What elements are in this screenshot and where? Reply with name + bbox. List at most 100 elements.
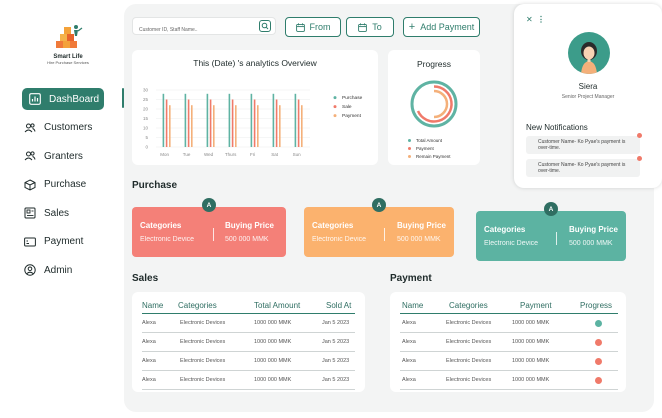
- analytics-bar-chart: 0 5 10 15 20 25 30 Mon Tue Wed Thurs Fri Sat Sun Purch…: [143, 88, 363, 158]
- column-header: Total Amount: [254, 301, 301, 310]
- cell-category: Electronic Devices: [180, 358, 226, 364]
- cell-date: Jan 5 2023: [322, 358, 350, 364]
- sidebar-item-label: DashBoard: [49, 93, 100, 105]
- x-tick-label: Sun: [293, 152, 302, 157]
- sidebar-item-dashboard[interactable]: DashBoard: [22, 88, 104, 110]
- bar-purchase: [272, 93, 275, 147]
- user-role: Senior Project Manager: [561, 94, 615, 100]
- bar-purchase: [250, 93, 253, 147]
- analytics-card: This (Date) 's analytics Overview 0 5 10 15…: [132, 50, 378, 165]
- purchase-section-title: Purchase: [132, 180, 178, 191]
- payment-table: Name Categories Payment Progress Alexa E…: [390, 292, 626, 392]
- bar-payment: [213, 105, 215, 147]
- x-tick-label: Fri: [250, 152, 255, 157]
- progress-status-dot: [595, 320, 602, 327]
- notifications-title: New Notifications: [526, 123, 588, 132]
- y-tick-label: 5: [145, 135, 148, 140]
- sidebar-item-customers[interactable]: Customers: [22, 117, 112, 139]
- sidebar-item-label: Granters: [44, 150, 83, 162]
- brand-logo[interactable]: Smart Life Hire Purchase Services: [40, 24, 96, 65]
- bar-sale: [187, 99, 190, 147]
- calendar-icon: [295, 22, 305, 32]
- table-row[interactable]: Alexa Electronic Devices 1000 000 MMK: [400, 333, 618, 352]
- progress-card: Progress Total Amount Payment Remain Pay…: [388, 50, 480, 165]
- notification-item[interactable]: Customer Name- Ko Pyae's payment is over…: [526, 156, 642, 177]
- cell-name: Alexa: [402, 377, 416, 383]
- column-header: Categories: [178, 301, 217, 310]
- price-label: Buying Price: [569, 225, 618, 234]
- add-payment-label: Add Payment: [420, 22, 475, 32]
- column-header: Name: [402, 301, 424, 310]
- cell-name: Alexa: [402, 320, 416, 326]
- calendar-icon: [358, 22, 368, 32]
- table-row[interactable]: Alexa Electronic Devices 1000 000 MMK Ja…: [142, 371, 355, 390]
- from-date-button[interactable]: From: [285, 17, 341, 37]
- category-value: Electronic Device: [140, 236, 195, 243]
- sidebar-item-payment[interactable]: Payment: [22, 231, 112, 253]
- y-tick-label: 15: [143, 116, 149, 121]
- avatar[interactable]: [568, 32, 610, 74]
- purchase-card[interactable]: A Categories Electronic Device Buying Pr…: [304, 198, 454, 257]
- table-row[interactable]: Alexa Electronic Devices 1000 000 MMK Ja…: [142, 314, 355, 333]
- y-tick-label: 10: [143, 126, 149, 131]
- add-payment-button[interactable]: + Add Payment: [403, 17, 480, 37]
- sales-section-title: Sales: [132, 273, 159, 284]
- cell-name: Alexa: [142, 358, 156, 364]
- bar-purchase: [184, 93, 187, 147]
- price-value: 500 000 MMK: [569, 240, 613, 247]
- legend-dot: [333, 96, 337, 100]
- sidebar-item-purchase[interactable]: Purchase: [22, 174, 112, 196]
- sidebar-item-label: Purchase: [44, 179, 87, 190]
- more-options-icon[interactable]: ⋮: [537, 15, 545, 24]
- to-date-button[interactable]: To: [346, 17, 394, 37]
- progress-status-dot: [595, 339, 602, 346]
- table-row[interactable]: Alexa Electronic Devices 1000 000 MMK: [400, 371, 618, 390]
- y-tick-label: 20: [143, 107, 149, 112]
- bar-purchase: [228, 93, 231, 147]
- logo-icon: [50, 24, 86, 52]
- legend-item: Total Amount: [408, 136, 451, 144]
- table-row[interactable]: Alexa Electronic Devices 1000 000 MMK Ja…: [142, 352, 355, 371]
- sidebar-item-admin[interactable]: Admin: [22, 259, 112, 281]
- x-tick-label: Thurs: [225, 152, 237, 157]
- purchase-card[interactable]: A Categories Electronic Device Buying Pr…: [476, 202, 626, 261]
- cell-category: Electronic Devices: [446, 339, 492, 345]
- card-divider: [384, 228, 385, 241]
- legend-dot: [333, 114, 337, 118]
- sidebar-nav: DashBoard Customers Granters Purchase Sa…: [22, 88, 112, 288]
- price-label: Buying Price: [225, 221, 274, 230]
- cell-date: Jan 5 2023: [322, 320, 350, 326]
- users-icon: [24, 122, 36, 132]
- purchase-card[interactable]: A Categories Electronic Device Buying Pr…: [132, 198, 286, 257]
- close-icon[interactable]: ✕: [526, 15, 533, 24]
- card-divider: [213, 228, 214, 241]
- search-input[interactable]: [133, 22, 253, 38]
- search-box: [132, 17, 276, 38]
- cell-name: Alexa: [402, 358, 416, 364]
- bar-sale: [297, 99, 300, 147]
- unread-dot: [637, 156, 642, 161]
- table-row[interactable]: Alexa Electronic Devices 1000 000 MMK Ja…: [142, 333, 355, 352]
- column-header: Name: [142, 301, 164, 310]
- cell-payment: 1000 000 MMK: [512, 358, 550, 364]
- bar-chart-icon: [29, 93, 41, 105]
- from-label: From: [309, 22, 331, 32]
- table-row[interactable]: Alexa Electronic Devices 1000 000 MMK: [400, 314, 618, 333]
- bar-purchase: [162, 93, 165, 147]
- cell-category: Electronic Devices: [446, 320, 492, 326]
- notification-text: Customer Name- Ko Pyae's payment is over…: [538, 162, 626, 174]
- table-row[interactable]: Alexa Electronic Devices 1000 000 MMK: [400, 352, 618, 371]
- column-header: Categories: [449, 301, 488, 310]
- sidebar-item-granters[interactable]: Granters: [22, 145, 112, 167]
- sidebar-item-sales[interactable]: Sales: [22, 202, 112, 224]
- column-header: Payment: [520, 301, 552, 310]
- column-header: Progress: [580, 301, 613, 310]
- bar-payment: [301, 105, 303, 147]
- legend-dot: [408, 146, 411, 150]
- payment-icon: [24, 237, 36, 246]
- notification-item[interactable]: Customer Name- Ko Pyae's payment is over…: [526, 133, 642, 154]
- box-icon: [24, 178, 36, 191]
- legend-dot: [333, 105, 337, 109]
- search-button[interactable]: [259, 20, 271, 32]
- cell-name: Alexa: [142, 320, 156, 326]
